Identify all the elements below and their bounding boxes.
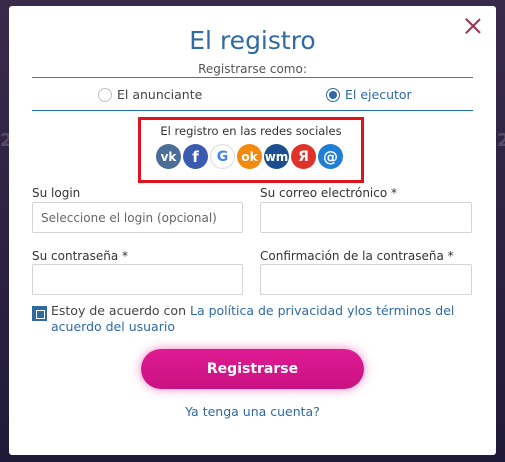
- email-label: Su correo electrónico *: [260, 186, 398, 200]
- divider-bottom: [32, 110, 473, 111]
- privacy-policy-link[interactable]: La política de privacidad: [190, 303, 343, 318]
- login-label: Su login: [32, 186, 81, 200]
- registration-modal: El registro Registrarse como: El anuncia…: [9, 6, 496, 455]
- webmoney-icon[interactable]: wm: [264, 144, 289, 169]
- radio-anunciante[interactable]: [98, 87, 112, 102]
- login-input[interactable]: Seleccione el login (opcional): [32, 202, 243, 233]
- odnoklassniki-icon[interactable]: ok: [237, 144, 262, 169]
- social-title: El registro en las redes sociales: [160, 124, 342, 138]
- vk-icon[interactable]: vk: [156, 144, 181, 169]
- social-icons-row: vk f G ok wm Я @: [156, 144, 343, 169]
- existing-account-link[interactable]: Ya tenga una cuenta?: [9, 404, 496, 419]
- role-option-anunciante[interactable]: El anunciante: [98, 87, 202, 102]
- modal-subtitle: Registrarse como:: [198, 62, 307, 76]
- role-option-label: El ejecutor: [345, 87, 412, 102]
- modal-title: El registro: [189, 26, 316, 55]
- login-placeholder: Seleccione el login (opcional): [41, 210, 217, 225]
- register-button[interactable]: Registrarse: [141, 349, 364, 389]
- email-input[interactable]: [260, 202, 472, 233]
- background-glyph: 2: [497, 130, 505, 151]
- role-option-ejecutor[interactable]: El ejecutor: [326, 87, 412, 102]
- agreement-text: Estoy de acuerdo con La política de priv…: [51, 303, 471, 335]
- yandex-icon[interactable]: Я: [291, 144, 316, 169]
- mailru-icon[interactable]: @: [318, 144, 343, 169]
- password-input[interactable]: [32, 264, 243, 295]
- role-option-label: El anunciante: [117, 87, 203, 102]
- facebook-icon[interactable]: f: [183, 144, 208, 169]
- agreement-label: Estoy de acuerdo con: [51, 303, 186, 318]
- social-login-box: El registro en las redes sociales vk f G…: [138, 117, 364, 183]
- confirm-password-label: Confirmación de la contraseña *: [260, 249, 454, 263]
- radio-ejecutor[interactable]: [326, 87, 340, 102]
- agreement-checkbox[interactable]: [32, 306, 47, 321]
- confirm-password-input[interactable]: [260, 264, 472, 295]
- divider-top: [32, 77, 473, 78]
- password-label: Su contraseña *: [32, 249, 128, 263]
- google-icon[interactable]: G: [210, 144, 235, 169]
